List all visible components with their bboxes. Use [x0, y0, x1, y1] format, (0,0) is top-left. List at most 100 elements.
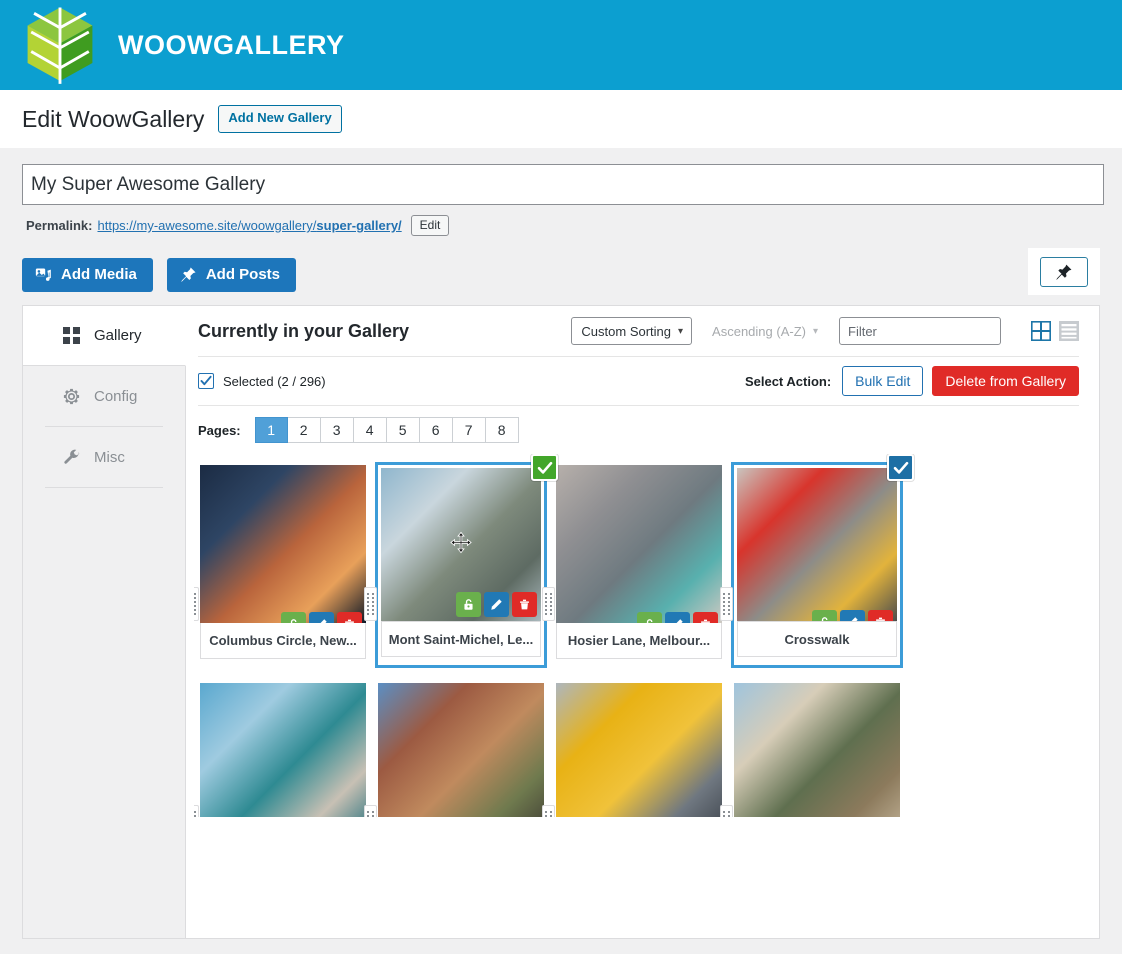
gallery-item-drag-handle[interactable] [720, 805, 733, 817]
gallery-item-inner[interactable]: Hosier Lane, Melbour... [553, 462, 725, 668]
gallery-item[interactable]: Welcome signage on r... [720, 677, 906, 817]
pencil-icon [320, 619, 327, 623]
gallery-item[interactable]: Turquoise vintage car ... [194, 677, 372, 817]
lock-toggle-button[interactable] [637, 612, 662, 623]
permalink-label: Permalink: [26, 218, 93, 233]
delete-from-gallery-button[interactable]: Delete from Gallery [932, 366, 1079, 396]
gallery-item-thumbnail[interactable] [737, 468, 897, 621]
gallery-item-thumbnail[interactable] [734, 683, 900, 817]
gallery-item-inner[interactable]: Columbus Circle, New... [197, 462, 369, 668]
filter-input[interactable] [839, 317, 1001, 345]
chevron-down-icon: ▾ [678, 325, 684, 337]
selection-count-label: Selected (2 / 296) [223, 373, 326, 389]
gallery-item[interactable]: Hosier Lane, Melbour... [542, 459, 728, 671]
gallery-item-inner[interactable]: On my way to work [553, 680, 725, 817]
lock-toggle-button[interactable] [812, 610, 837, 621]
check-icon [537, 461, 552, 474]
page-button-5[interactable]: 5 [386, 417, 420, 443]
gallery-item-drag-handle[interactable] [194, 587, 199, 621]
add-new-gallery-button[interactable]: Add New Gallery [218, 105, 342, 133]
gallery-item-thumbnail[interactable] [200, 683, 366, 817]
delete-item-button[interactable] [337, 612, 362, 623]
gallery-item[interactable]: Mont Saint-Michel, Le... [364, 454, 558, 671]
gallery-item-drag-handle[interactable] [364, 587, 377, 621]
add-posts-label: Add Posts [205, 266, 281, 283]
gallery-item-thumbnail[interactable] [556, 683, 722, 817]
page-button-6[interactable]: 6 [419, 417, 453, 443]
unlock-icon [646, 619, 653, 623]
sidebar-item-config[interactable]: Config [23, 366, 185, 426]
gallery-item-drag-handle[interactable] [364, 805, 377, 817]
page-button-8[interactable]: 8 [485, 417, 519, 443]
bulk-edit-button[interactable]: Bulk Edit [842, 366, 924, 396]
gallery-item-inner[interactable]: Turquoise vintage car ... [197, 680, 369, 817]
gallery-item-inner[interactable]: Crosswalk [731, 454, 914, 668]
gallery-item-checkbox[interactable] [531, 454, 558, 481]
pin-icon [181, 267, 196, 283]
page-button-3[interactable]: 3 [320, 417, 354, 443]
pencil-icon [491, 599, 502, 610]
lock-toggle-button[interactable] [281, 612, 306, 623]
gallery-item-thumbnail[interactable] [381, 468, 541, 621]
gallery-item-drag-handle[interactable] [542, 805, 555, 817]
delete-item-button[interactable] [693, 612, 718, 623]
permalink-slug: super-gallery/ [316, 218, 402, 233]
unlock-icon [821, 617, 828, 621]
grid-view-icon[interactable] [1030, 320, 1052, 342]
delete-item-button[interactable] [868, 610, 893, 621]
sidebar-item-label: Misc [94, 448, 125, 466]
add-media-button[interactable]: Add Media [22, 258, 153, 292]
list-view-icon[interactable] [1059, 321, 1079, 341]
sidebar-item-misc[interactable]: Misc [23, 427, 185, 487]
pencil-icon [676, 619, 683, 623]
view-toggle [1023, 320, 1079, 342]
selection-row: Selected (2 / 296) Select Action: Bulk E… [198, 357, 1079, 406]
gallery-item[interactable]: On my way to work [542, 677, 728, 817]
pagination-row: Pages: 12345678 [198, 406, 1079, 454]
sort-mode-value: Custom Sorting [581, 323, 672, 339]
gallery-item-thumbnail[interactable] [378, 683, 544, 817]
page-button-4[interactable]: 4 [353, 417, 387, 443]
edit-item-button[interactable] [309, 612, 334, 623]
grid-icon [62, 326, 81, 345]
sidebar: Gallery Config Misc [23, 306, 186, 938]
gallery-item-drag-handle[interactable] [542, 587, 555, 621]
edit-item-button[interactable] [840, 610, 865, 621]
edit-item-button[interactable] [665, 612, 690, 623]
image-grid: Columbus Circle, New... Mont Saint-Michel… [194, 454, 1083, 817]
lock-toggle-button[interactable] [456, 592, 481, 617]
gallery-item[interactable]: Columbus Circle, New... [194, 459, 372, 671]
gallery-item-drag-handle[interactable] [194, 805, 199, 817]
add-media-label: Add Media [61, 266, 137, 283]
select-all-checkbox[interactable] [198, 373, 214, 389]
sort-mode-select[interactable]: Custom Sorting ▾ [571, 317, 693, 345]
gallery-item-caption: Mont Saint-Michel, Le... [381, 621, 541, 657]
move-cursor-icon [450, 531, 472, 558]
edit-item-button[interactable] [484, 592, 509, 617]
pin-toggle-button[interactable] [1040, 257, 1088, 287]
unlock-icon [290, 619, 297, 623]
select-action-label: Select Action: [744, 373, 832, 389]
page-button-1[interactable]: 1 [254, 417, 288, 443]
chevron-down-icon: ▾ [812, 325, 818, 337]
wrench-icon [62, 448, 81, 467]
gallery-item-checkbox[interactable] [887, 454, 914, 481]
gallery-item-inner[interactable]: Welcome signage on r... [731, 680, 903, 817]
trash-icon [701, 619, 710, 623]
page-button-2[interactable]: 2 [287, 417, 321, 443]
gallery-item-drag-handle[interactable] [720, 587, 733, 621]
gallery-item-inner[interactable]: Mont Saint-Michel, Le... [375, 454, 558, 668]
gallery-item-inner[interactable]: Capitol Reef National ... [375, 680, 547, 817]
sidebar-item-gallery[interactable]: Gallery [23, 306, 186, 366]
delete-item-button[interactable] [512, 592, 537, 617]
gallery-item-thumbnail[interactable] [556, 465, 722, 623]
sort-direction-select[interactable]: Ascending (A-Z) ▾ [702, 317, 827, 345]
page-button-7[interactable]: 7 [452, 417, 486, 443]
add-posts-button[interactable]: Add Posts [166, 258, 297, 292]
gallery-item[interactable]: Crosswalk [720, 454, 914, 671]
gallery-title-input[interactable] [22, 164, 1104, 205]
permalink-edit-button[interactable]: Edit [410, 215, 450, 236]
permalink-link[interactable]: https://my-awesome.site/woowgallery/supe… [97, 218, 401, 233]
gallery-item-thumbnail[interactable] [200, 465, 366, 623]
gallery-item[interactable]: Capitol Reef National ... [364, 677, 550, 817]
